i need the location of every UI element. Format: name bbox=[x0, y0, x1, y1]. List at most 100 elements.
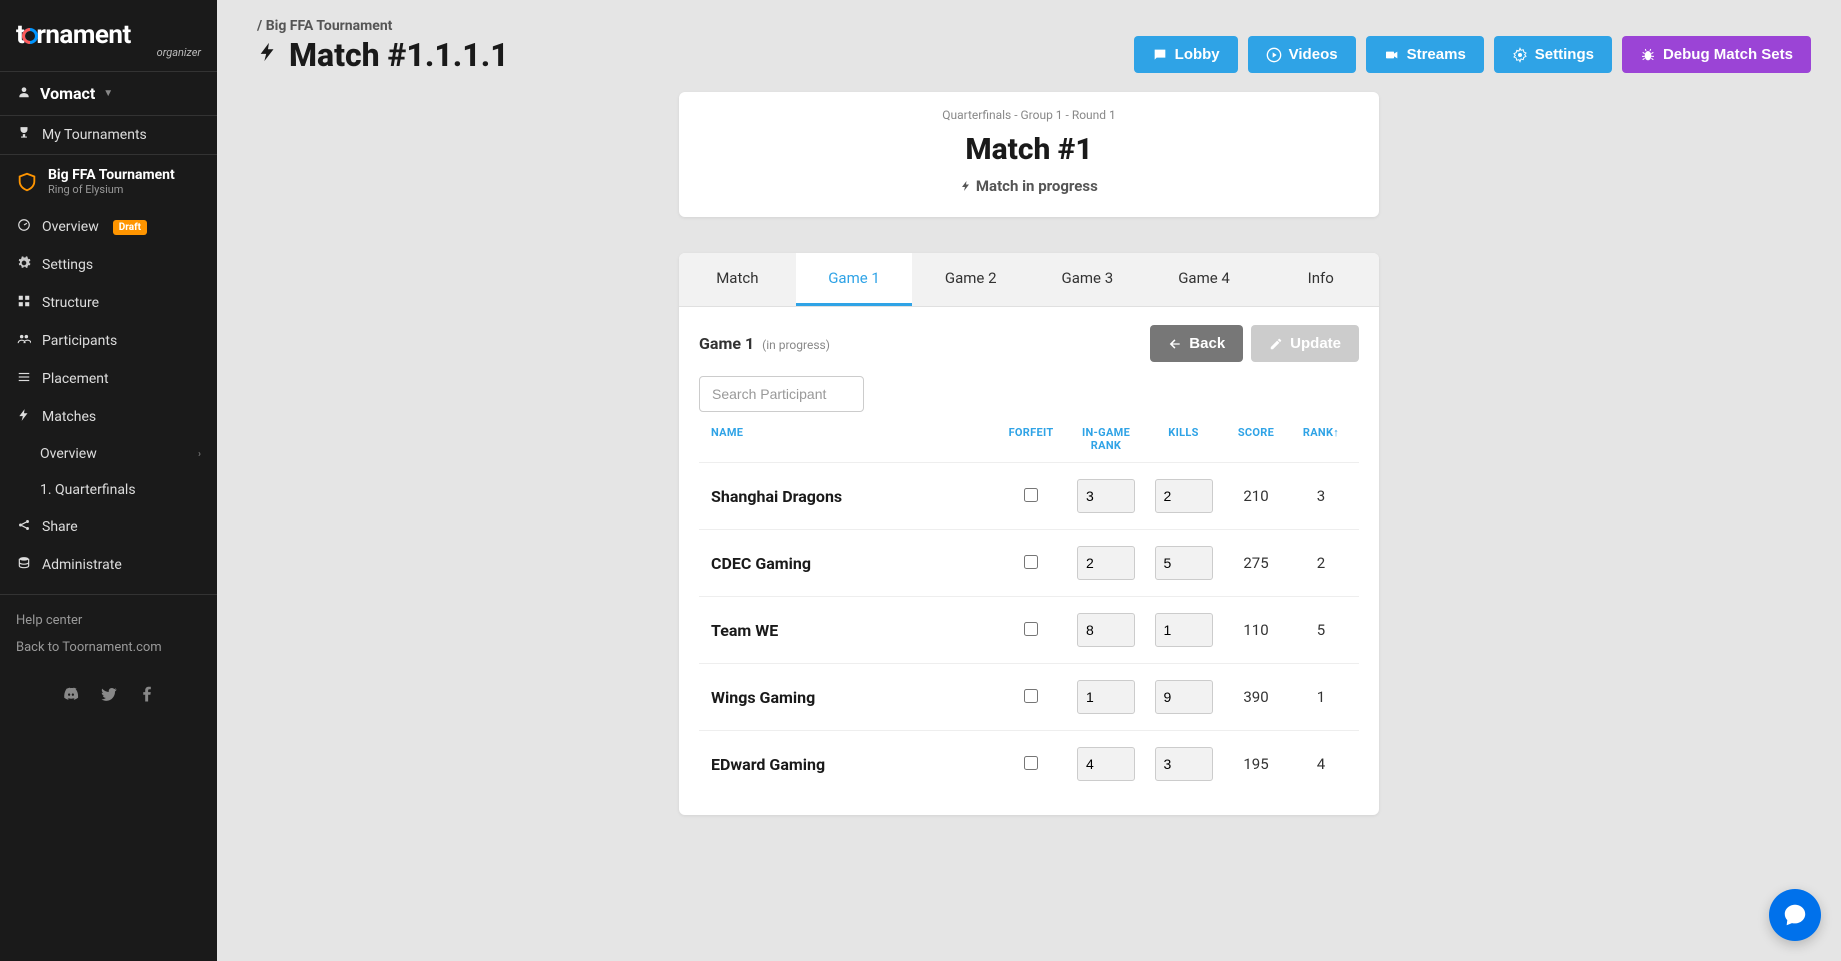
back-to-site-link[interactable]: Back to Toornament.com bbox=[16, 634, 201, 661]
table-header: NAME FORFEIT IN-GAME RANK KILLS SCORE RA… bbox=[699, 412, 1359, 462]
score-value: 110 bbox=[1221, 621, 1291, 639]
nav-participants[interactable]: Participants bbox=[0, 322, 217, 360]
gear-icon bbox=[1512, 47, 1528, 63]
tab-game4[interactable]: Game 4 bbox=[1146, 253, 1263, 306]
col-score[interactable]: SCORE bbox=[1221, 426, 1291, 452]
list-icon bbox=[16, 370, 32, 388]
kills-input[interactable] bbox=[1155, 613, 1213, 647]
nav-overview[interactable]: Overview Draft bbox=[0, 208, 217, 246]
rank-value: 4 bbox=[1291, 755, 1351, 773]
participant-name: Shanghai Dragons bbox=[707, 487, 996, 506]
participant-name: EDward Gaming bbox=[707, 755, 996, 774]
ingame-rank-input[interactable] bbox=[1077, 479, 1135, 513]
nav-administrate[interactable]: Administrate bbox=[0, 546, 217, 584]
table-body: Shanghai Dragons2103CDEC Gaming2752Team … bbox=[699, 462, 1359, 797]
dashboard-icon bbox=[16, 218, 32, 236]
tab-game3[interactable]: Game 3 bbox=[1029, 253, 1146, 306]
score-value: 210 bbox=[1221, 487, 1291, 505]
tournament-shield-icon bbox=[16, 171, 38, 193]
forfeit-checkbox[interactable] bbox=[1024, 689, 1038, 703]
nav-structure[interactable]: Structure bbox=[0, 284, 217, 322]
ingame-rank-input[interactable] bbox=[1077, 613, 1135, 647]
col-kills[interactable]: KILLS bbox=[1146, 426, 1221, 452]
match-title: Match #1 bbox=[699, 132, 1359, 167]
sort-asc-icon: ↑ bbox=[1333, 426, 1339, 439]
nav-matches[interactable]: Matches bbox=[0, 398, 217, 436]
help-center-link[interactable]: Help center bbox=[16, 607, 201, 634]
tab-game1[interactable]: Game 1 bbox=[796, 253, 913, 306]
table-row: Team WE 1105 bbox=[699, 596, 1359, 663]
ingame-rank-input[interactable] bbox=[1077, 546, 1135, 580]
update-button[interactable]: Update bbox=[1251, 325, 1359, 362]
twitter-icon[interactable] bbox=[100, 685, 118, 707]
bug-icon bbox=[1640, 47, 1656, 63]
nav-quarterfinals[interactable]: 1. Quarterfinals bbox=[0, 472, 217, 508]
arrow-left-icon bbox=[1168, 337, 1182, 351]
nav-placement[interactable]: Placement bbox=[0, 360, 217, 398]
discord-icon[interactable] bbox=[62, 685, 80, 707]
nav-matches-overview[interactable]: Overview › bbox=[0, 436, 217, 472]
score-value: 195 bbox=[1221, 755, 1291, 773]
lobby-button[interactable]: Lobby bbox=[1134, 36, 1238, 73]
tab-game2[interactable]: Game 2 bbox=[912, 253, 1029, 306]
debug-button[interactable]: Debug Match Sets bbox=[1622, 36, 1811, 73]
game-card: Match Game 1 Game 2 Game 3 Game 4 Info G… bbox=[679, 253, 1379, 815]
pencil-icon bbox=[1269, 337, 1283, 351]
videos-button[interactable]: Videos bbox=[1248, 36, 1356, 73]
forfeit-checkbox[interactable] bbox=[1024, 555, 1038, 569]
col-rank[interactable]: RANK↑ bbox=[1291, 426, 1351, 452]
streams-button[interactable]: Streams bbox=[1366, 36, 1484, 73]
col-forfeit[interactable]: FORFEIT bbox=[996, 426, 1066, 452]
participant-name: Team WE bbox=[707, 621, 996, 640]
forfeit-checkbox[interactable] bbox=[1024, 622, 1038, 636]
nav-settings[interactable]: Settings bbox=[0, 246, 217, 284]
kills-input[interactable] bbox=[1155, 680, 1213, 714]
chat-icon bbox=[1152, 47, 1168, 63]
score-value: 390 bbox=[1221, 688, 1291, 706]
users-icon bbox=[16, 332, 32, 350]
stage-label: Quarterfinals - Group 1 - Round 1 bbox=[699, 108, 1359, 122]
gear-icon bbox=[16, 256, 32, 274]
user-menu[interactable]: Vomact ▼ bbox=[0, 71, 217, 116]
sidebar: trnament organizer Vomact ▼ My Tournamen… bbox=[0, 0, 217, 961]
ingame-rank-input[interactable] bbox=[1077, 747, 1135, 781]
col-ingame-rank[interactable]: IN-GAME RANK bbox=[1066, 426, 1146, 452]
kills-input[interactable] bbox=[1155, 546, 1213, 580]
nav-my-tournaments[interactable]: My Tournaments bbox=[0, 116, 217, 154]
settings-button[interactable]: Settings bbox=[1494, 36, 1612, 73]
draft-badge: Draft bbox=[113, 220, 147, 235]
back-button[interactable]: Back bbox=[1150, 325, 1243, 362]
user-icon bbox=[16, 84, 32, 103]
bolt-icon bbox=[257, 41, 279, 69]
ingame-rank-input[interactable] bbox=[1077, 680, 1135, 714]
facebook-icon[interactable] bbox=[138, 685, 156, 707]
breadcrumb[interactable]: / Big FFA Tournament bbox=[257, 18, 1134, 34]
tab-info[interactable]: Info bbox=[1262, 253, 1379, 306]
page-title: Match #1.1.1.1 bbox=[257, 36, 1134, 74]
search-participant-input[interactable] bbox=[699, 376, 864, 412]
game-label: Game 1 (in progress) bbox=[699, 334, 830, 353]
tab-match[interactable]: Match bbox=[679, 253, 796, 306]
chevron-down-icon: ▼ bbox=[103, 88, 113, 99]
forfeit-checkbox[interactable] bbox=[1024, 756, 1038, 770]
table-row: Shanghai Dragons2103 bbox=[699, 462, 1359, 529]
table-row: EDward Gaming 1954 bbox=[699, 730, 1359, 797]
match-header-card: Quarterfinals - Group 1 - Round 1 Match … bbox=[679, 92, 1379, 217]
score-value: 275 bbox=[1221, 554, 1291, 572]
col-name[interactable]: NAME bbox=[707, 426, 996, 452]
share-icon bbox=[16, 518, 32, 536]
logo[interactable]: trnament organizer bbox=[0, 0, 217, 71]
chat-icon bbox=[1782, 902, 1808, 928]
bolt-icon bbox=[960, 180, 972, 192]
nav-tournament[interactable]: Big FFA Tournament Ring of Elysium bbox=[0, 155, 217, 208]
table-row: Wings Gaming3901 bbox=[699, 663, 1359, 730]
rank-value: 5 bbox=[1291, 621, 1351, 639]
rank-value: 1 bbox=[1291, 688, 1351, 706]
kills-input[interactable] bbox=[1155, 479, 1213, 513]
kills-input[interactable] bbox=[1155, 747, 1213, 781]
table-row: CDEC Gaming2752 bbox=[699, 529, 1359, 596]
nav-share[interactable]: Share bbox=[0, 508, 217, 546]
chat-widget-button[interactable] bbox=[1769, 889, 1821, 941]
forfeit-checkbox[interactable] bbox=[1024, 488, 1038, 502]
participant-name: CDEC Gaming bbox=[707, 554, 996, 573]
